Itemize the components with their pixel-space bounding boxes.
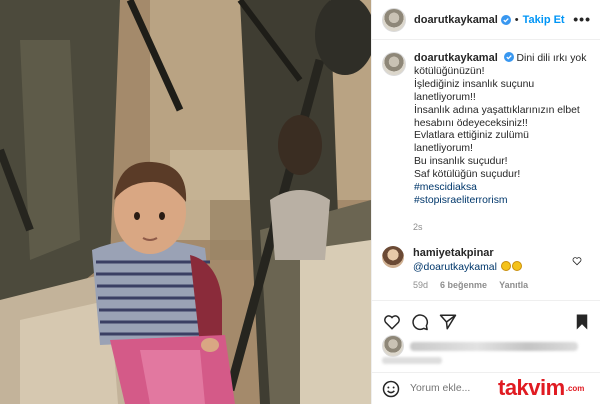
hashtag-link[interactable]: #mescidiaksa bbox=[414, 182, 594, 195]
blurred-likes-text bbox=[410, 341, 578, 351]
more-options-icon[interactable]: ••• bbox=[573, 11, 591, 27]
caption-line: Dini dili ırkı yok bbox=[516, 53, 587, 64]
comment-input[interactable] bbox=[410, 383, 510, 394]
share-icon[interactable] bbox=[438, 313, 458, 331]
caption-line: İşlediğiniz insanlık suçunu bbox=[414, 78, 535, 90]
caption-line: Evlatlara ettiğiniz zulümü bbox=[414, 130, 529, 142]
post-header: doarutkaykamal • Takip Et ••• bbox=[372, 0, 600, 40]
commenter-username[interactable]: hamiyetakpinar bbox=[413, 247, 494, 259]
author-avatar[interactable] bbox=[382, 7, 406, 32]
caption-line: Saf kötülüğün suçudur! bbox=[414, 169, 521, 181]
caption-author-avatar[interactable] bbox=[382, 52, 406, 76]
comment-item: hamiyetakpinar @doarutkaykamal bbox=[382, 246, 594, 275]
caption-line: lanetliyorum! bbox=[414, 143, 473, 155]
caption-author-username[interactable]: doarutkaykamal bbox=[414, 52, 498, 64]
like-heart-icon[interactable] bbox=[382, 313, 402, 331]
bookmark-icon[interactable] bbox=[572, 313, 592, 331]
caption-line: hesabını ödeyeceksiniz!! bbox=[414, 117, 528, 129]
blurred-post-date bbox=[382, 357, 442, 364]
post-sidebar: doarutkaykamal • Takip Et ••• doarutkayk… bbox=[371, 0, 600, 404]
post-photo-illustration bbox=[0, 0, 371, 404]
comment-meta: 59d 6 beğenme Yanıtla bbox=[413, 280, 528, 290]
crying-emoji-icon bbox=[500, 261, 511, 271]
watermark-brand: takvim bbox=[498, 375, 565, 400]
takvim-watermark: takvim .com bbox=[498, 373, 598, 403]
caption-line: İnsanlık adına yaşattıklarınızın elbet bbox=[414, 104, 580, 116]
caption-line: lanetliyorum!! bbox=[414, 91, 476, 103]
post-caption: doarutkaykamal Dini dili ırkı yok kötülü… bbox=[382, 52, 594, 208]
action-bar bbox=[372, 300, 600, 340]
caption-timestamp: 2s bbox=[413, 222, 423, 232]
separator-dot: • bbox=[514, 13, 519, 26]
caption-text: doarutkaykamal Dini dili ırkı yok kötülü… bbox=[414, 52, 594, 208]
crying-emoji-icon bbox=[511, 261, 522, 271]
comment-icon[interactable] bbox=[410, 313, 430, 331]
liked-by-row[interactable] bbox=[382, 335, 592, 357]
liker-avatar[interactable] bbox=[382, 335, 404, 357]
verified-badge-icon bbox=[503, 52, 514, 62]
commenter-avatar[interactable] bbox=[382, 246, 404, 268]
comment-text: hamiyetakpinar @doarutkaykamal bbox=[413, 246, 522, 275]
comment-like-heart-icon[interactable] bbox=[572, 256, 582, 266]
comment-likes-count[interactable]: 6 beğenme bbox=[440, 280, 487, 290]
hashtag-link[interactable]: #stopisraeliterrorism bbox=[414, 195, 594, 208]
caption-line: Bu insanlık suçudur! bbox=[414, 156, 508, 168]
reply-button[interactable]: Yanıtla bbox=[499, 280, 528, 290]
follow-button[interactable]: Takip Et bbox=[523, 14, 565, 26]
comment-timestamp: 59d bbox=[413, 280, 429, 290]
watermark-suffix: .com bbox=[565, 383, 585, 393]
verified-badge-icon bbox=[500, 14, 511, 25]
author-username[interactable]: doarutkaykamal bbox=[414, 14, 498, 26]
caption-line: kötülüğünüzün! bbox=[414, 65, 485, 77]
emoji-icon[interactable] bbox=[382, 380, 400, 398]
comment-mention[interactable]: @doarutkaykamal bbox=[413, 262, 497, 273]
post-photo bbox=[0, 0, 371, 404]
